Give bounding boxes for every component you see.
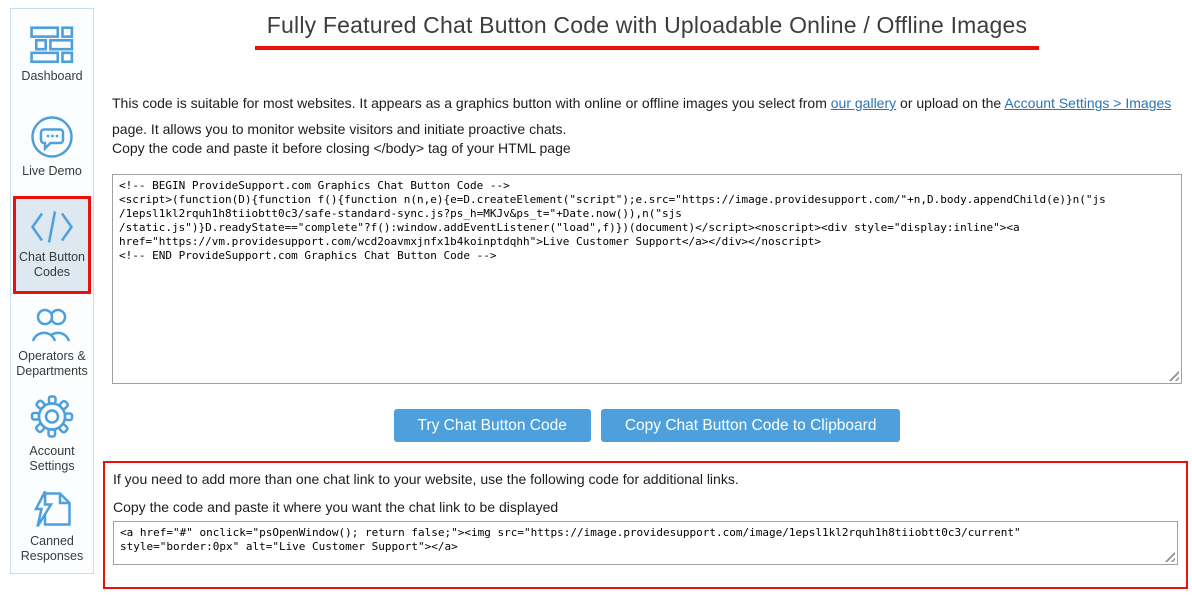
chat-button-code-textarea[interactable]: <!-- BEGIN ProvideSupport.com Graphics C… (112, 174, 1182, 384)
additional-link-code-textarea[interactable]: <a href="#" onclick="psOpenWindow(); ret… (113, 521, 1178, 565)
intro-text: page. It allows you to monitor website v… (112, 121, 566, 137)
page-title: Fully Featured Chat Button Code with Upl… (255, 12, 1039, 50)
operators-icon (28, 306, 76, 344)
sidebar-item-label: Chat Button Codes (17, 250, 87, 280)
gear-icon (29, 395, 75, 439)
sidebar-item-chat-button-codes[interactable]: Chat Button Codes (13, 196, 91, 294)
sidebar-item-label: Account Settings (16, 444, 88, 474)
intro-text: This code is suitable for most websites.… (112, 95, 831, 111)
canned-responses-icon (29, 489, 75, 529)
title-wrap: Fully Featured Chat Button Code with Upl… (112, 12, 1182, 50)
copy-chat-button-code-button[interactable]: Copy Chat Button Code to Clipboard (601, 409, 901, 442)
sidebar-item-operators-departments[interactable]: Operators & Departments (15, 296, 89, 388)
additional-links-section: If you need to add more than one chat li… (103, 461, 1188, 589)
additional-link-code-area-wrap: <a href="#" onclick="psOpenWindow(); ret… (113, 521, 1178, 565)
sidebar-item-label: Canned Responses (16, 534, 88, 564)
sidebar-item-live-demo[interactable]: Live Demo (15, 101, 89, 193)
our-gallery-link[interactable]: our gallery (831, 95, 896, 111)
code-buttons-row: Try Chat Button Code Copy Chat Button Co… (112, 409, 1182, 442)
intro-text: or upload on the (896, 95, 1004, 111)
sidebar-item-canned-responses[interactable]: Canned Responses (15, 481, 89, 573)
code-icon (29, 209, 75, 245)
sidebar-item-label: Dashboard (21, 69, 82, 84)
intro-paragraph: This code is suitable for most websites.… (112, 90, 1182, 142)
additional-links-line2: Copy the code and paste it where you wan… (113, 499, 1178, 515)
sidebar-item-account-settings[interactable]: Account Settings (15, 388, 89, 480)
try-chat-button-code-button[interactable]: Try Chat Button Code (394, 409, 591, 442)
sidebar-item-label: Live Demo (22, 164, 82, 179)
chat-button-code-area-wrap: <!-- BEGIN ProvideSupport.com Graphics C… (112, 174, 1182, 384)
chat-button-codes-page: { "sidebar": { "items": [ { "label": "Da… (0, 0, 1192, 606)
account-settings-images-link[interactable]: Account Settings > Images (1004, 95, 1171, 111)
additional-links-line1: If you need to add more than one chat li… (113, 471, 1178, 487)
live-demo-icon (30, 115, 74, 159)
sidebar-item-label: Operators & Departments (16, 349, 88, 379)
dashboard-icon (30, 26, 74, 64)
sidebar: Dashboard Live Demo Chat Button Codes Op… (10, 8, 94, 574)
paste-instruction: Copy the code and paste it before closin… (112, 140, 1182, 156)
sidebar-item-dashboard[interactable]: Dashboard (15, 9, 89, 101)
